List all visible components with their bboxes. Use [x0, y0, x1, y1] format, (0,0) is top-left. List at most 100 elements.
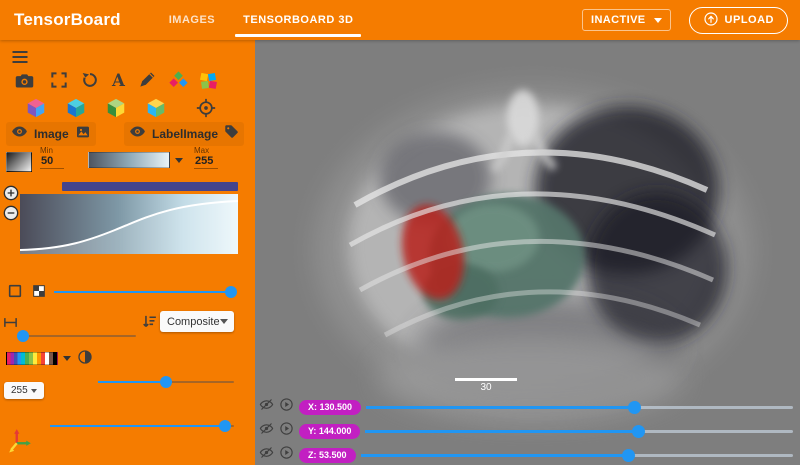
transfer-function-curve: [20, 194, 238, 254]
left-control-panel: A Image: [0, 40, 255, 465]
square-outline-icon: [7, 283, 23, 299]
axis-row-y: Y: 144.000: [259, 422, 793, 440]
volume-preset-2-button[interactable]: [64, 96, 88, 120]
scale-bar: [455, 378, 517, 381]
fullscreen-button[interactable]: [47, 68, 71, 92]
color-points-button[interactable]: [166, 68, 190, 92]
slider-fill: [50, 425, 225, 427]
volume-preset-4-button[interactable]: [144, 96, 168, 120]
layer-labelimage-button[interactable]: LabelImage: [124, 122, 244, 146]
eye-icon[interactable]: [129, 123, 146, 145]
layer-labelimage-label: LabelImage: [152, 127, 218, 141]
max-value-label: 255: [11, 385, 28, 396]
sample-distance-slider[interactable]: [18, 330, 136, 342]
visibility-off-icon[interactable]: [259, 421, 274, 441]
colormap-bar: [6, 352, 58, 365]
solid-mode-button[interactable]: [6, 282, 24, 300]
opacity-slider[interactable]: [54, 286, 236, 298]
slider-handle[interactable]: [225, 286, 237, 298]
axis-z-slider[interactable]: [361, 448, 793, 462]
tab-tensorboard-3d[interactable]: TENSORBOARD 3D: [229, 0, 367, 40]
visibility-off-icon[interactable]: [259, 445, 274, 465]
orientation-axes-widget[interactable]: [6, 426, 34, 454]
annotation-pen-button[interactable]: [135, 68, 159, 92]
range-ends-icon: [3, 315, 18, 330]
plus-circle-icon: [3, 185, 19, 201]
threshold-slider[interactable]: [50, 420, 234, 432]
caret-down-icon: [31, 389, 37, 393]
blend-sort-button[interactable]: [140, 312, 158, 330]
upload-button[interactable]: UPLOAD: [689, 7, 788, 34]
hamburger-menu-icon: [10, 47, 30, 67]
axis-y-value: Y: 144.000: [299, 424, 360, 439]
transfer-function-editor[interactable]: [20, 194, 238, 254]
tag-icon: [224, 124, 239, 144]
volume-preset-3-button[interactable]: [104, 96, 128, 120]
min-label: Min: [40, 146, 64, 155]
contrast-icon: [77, 349, 93, 365]
slider-handle[interactable]: [17, 330, 29, 342]
pen-icon: [137, 70, 157, 90]
slider-fill: [365, 430, 639, 433]
min-field: Min 50: [40, 146, 64, 169]
max-field: Max 255: [194, 146, 218, 169]
slider-handle[interactable]: [219, 420, 231, 432]
transfer-gradient-dropdown[interactable]: [88, 152, 183, 168]
slider-fill: [98, 381, 166, 383]
axis-row-x: X: 130.500: [259, 398, 793, 416]
slider-handle[interactable]: [622, 449, 635, 462]
reset-view-button[interactable]: [78, 68, 102, 92]
fullscreen-icon: [49, 70, 69, 90]
scale-label: 30: [455, 382, 517, 393]
zoom-out-button[interactable]: [2, 204, 20, 222]
contrast-label-icon: [76, 348, 94, 366]
layer-image-button[interactable]: Image: [6, 122, 96, 146]
svg-text:A: A: [111, 70, 126, 90]
app-window: TensorBoard IMAGES TENSORBOARD 3D INACTI…: [0, 0, 800, 465]
screenshot-button[interactable]: [12, 68, 36, 92]
colormap-dropdown[interactable]: [6, 352, 71, 365]
eye-icon[interactable]: [11, 123, 28, 145]
hamburger-menu-button[interactable]: [8, 45, 32, 69]
text-tool-icon: A: [108, 70, 129, 91]
axes-gizmo-icon: [7, 427, 33, 453]
caret-down-icon: [63, 356, 71, 361]
sort-icon: [141, 313, 158, 330]
max-label: Max: [194, 146, 218, 155]
play-icon[interactable]: [279, 397, 294, 417]
tab-images[interactable]: IMAGES: [155, 0, 229, 40]
axis-z-value: Z: 53.500: [299, 448, 356, 463]
caret-down-icon: [220, 319, 228, 324]
slider-handle[interactable]: [632, 425, 645, 438]
viewport-3d[interactable]: 30 X: 130.500 Y: 144.000: [255, 40, 800, 465]
upload-label: UPLOAD: [725, 14, 774, 26]
color-layers-button[interactable]: [196, 68, 220, 92]
volume-cube-pink-icon: [25, 97, 47, 119]
slider-fill: [54, 291, 231, 293]
volume-preset-1-button[interactable]: [24, 96, 48, 120]
colormap-slider[interactable]: [98, 376, 234, 388]
play-icon[interactable]: [279, 421, 294, 441]
zoom-in-button[interactable]: [2, 184, 20, 202]
caret-down-icon: [654, 18, 662, 23]
center-view-button[interactable]: [194, 96, 218, 120]
gradient-preview[interactable]: [6, 152, 32, 172]
play-icon[interactable]: [279, 445, 294, 465]
image-icon: [75, 124, 91, 145]
tf-range-bar[interactable]: [62, 182, 238, 191]
max-value-dropdown[interactable]: 255: [4, 382, 44, 399]
slider-track: [18, 335, 136, 337]
slider-handle[interactable]: [628, 401, 641, 414]
text-annotation-button[interactable]: A: [106, 68, 130, 92]
axis-x-slider[interactable]: [366, 400, 793, 414]
blend-mode-dropdown[interactable]: Composite: [160, 311, 234, 332]
status-dropdown[interactable]: INACTIVE: [582, 9, 671, 31]
visibility-off-icon[interactable]: [259, 397, 274, 417]
crosshair-icon: [196, 98, 216, 118]
max-input[interactable]: 255: [194, 155, 218, 169]
min-input[interactable]: 50: [40, 155, 64, 169]
slider-handle[interactable]: [160, 376, 172, 388]
checker-mode-button[interactable]: [30, 282, 48, 300]
axis-y-slider[interactable]: [365, 424, 793, 438]
layer-image-label: Image: [34, 127, 69, 141]
